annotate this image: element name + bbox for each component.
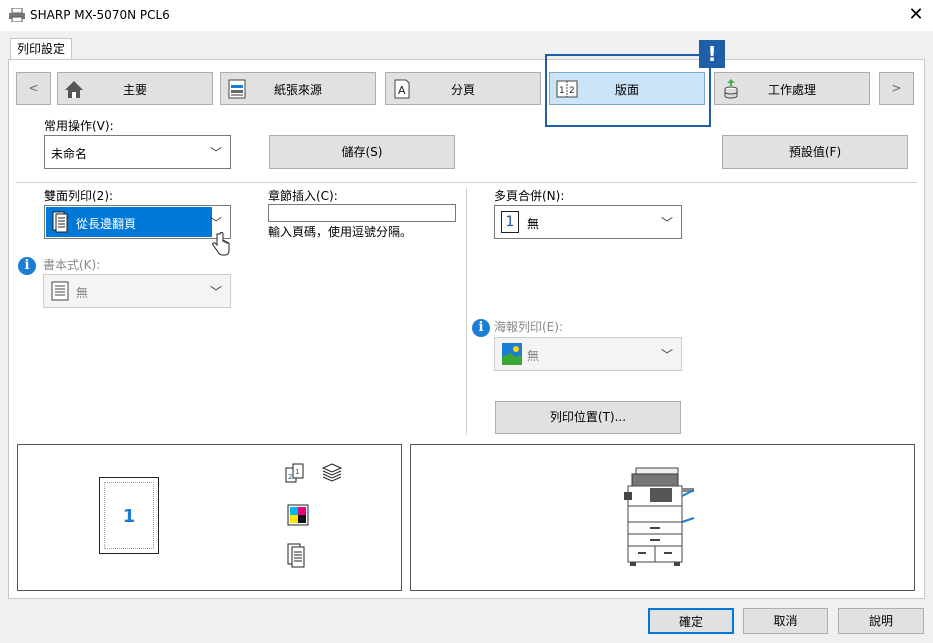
nav-prev-button[interactable]: < <box>16 72 51 105</box>
chevron-down-icon: ﹀ <box>660 348 673 362</box>
info-icon[interactable]: i <box>472 319 490 337</box>
nav-main-button[interactable]: 主要 <box>57 72 213 105</box>
tab-print-settings[interactable]: 列印設定 <box>10 38 72 60</box>
chevron-down-icon: ﹀ <box>209 285 222 299</box>
printer-icon <box>9 8 25 22</box>
vertical-divider <box>466 188 467 435</box>
page-thumbnail: 1 <box>99 477 159 554</box>
nav-next-button[interactable]: > <box>879 72 914 105</box>
close-button[interactable]: ✕ <box>905 4 927 26</box>
save-button[interactable]: 儲存(S) <box>269 135 455 169</box>
page-preview-panel <box>17 444 402 591</box>
booklet-label: 書本式(K): <box>43 258 101 272</box>
poster-image-icon <box>502 343 522 365</box>
chapter-insert-input[interactable] <box>268 204 456 222</box>
printer-machine-icon <box>624 467 695 566</box>
cancel-button[interactable]: 取消 <box>743 608 828 634</box>
booklet-value: 無 <box>76 286 89 300</box>
chevron-down-icon: ﹀ <box>209 216 222 230</box>
duplex-label: 雙面列印(2): <box>44 189 114 203</box>
chevron-down-icon: ﹀ <box>209 146 222 160</box>
warning-badge: ! <box>699 40 725 68</box>
common-operations-dropdown[interactable]: 未命名 ﹀ <box>44 135 231 169</box>
nup-dropdown[interactable]: 1 無 ﹀ <box>494 205 682 239</box>
booklet-dropdown[interactable]: 無 ﹀ <box>43 274 231 308</box>
print-position-button[interactable]: 列印位置(T)... <box>495 401 681 434</box>
duplex-preview-icon <box>287 543 305 568</box>
color-mode-icon <box>287 504 309 526</box>
nav-job-handling-label: 工作處理 <box>767 83 816 97</box>
nav-finishing-button[interactable]: A 分頁 <box>385 72 541 105</box>
svg-text:1: 1 <box>295 468 299 476</box>
info-icon[interactable]: i <box>18 257 36 275</box>
svg-text:2: 2 <box>288 473 292 481</box>
nup-value: 無 <box>527 217 540 231</box>
document-icon <box>51 281 69 301</box>
nup-label: 多頁合併(N): <box>494 189 565 203</box>
chapter-insert-label: 章節插入(C): <box>268 189 338 203</box>
chevron-down-icon: ﹀ <box>660 216 673 230</box>
nav-paper-source-button[interactable]: 紙張來源 <box>220 72 376 105</box>
stack-icon <box>321 463 343 482</box>
common-operations-value: 未命名 <box>51 147 88 161</box>
hand-cursor-icon <box>212 232 230 256</box>
duplex-long-edge-icon <box>52 211 68 233</box>
page-number: 1 <box>122 506 136 527</box>
chapter-insert-hint: 輸入頁碼，使用逗號分隔。 <box>268 225 413 239</box>
nav-main-label: 主要 <box>122 83 147 97</box>
poster-value: 無 <box>527 349 540 363</box>
poster-dropdown[interactable]: 無 ﹀ <box>494 337 682 371</box>
page-order-icon: 1 2 <box>285 463 304 483</box>
single-page-icon: 1 <box>501 211 519 233</box>
ok-button[interactable]: 確定 <box>648 608 734 634</box>
nav-layout-label: 版面 <box>614 83 639 97</box>
help-button[interactable]: 說明 <box>838 608 924 634</box>
common-operations-label: 常用操作(V): <box>44 119 114 133</box>
window-title: SHARP MX-5070N PCL6 <box>30 8 170 22</box>
nav-paper-source-label: 紙張來源 <box>273 83 322 97</box>
poster-label: 海報列印(E): <box>494 320 563 334</box>
duplex-value: 從長邊翻頁 <box>76 217 137 231</box>
defaults-button[interactable]: 預設值(F) <box>722 135 908 169</box>
duplex-dropdown[interactable]: 從長邊翻頁 ﹀ <box>44 205 231 239</box>
nav-finishing-label: 分頁 <box>450 83 475 97</box>
title-bar: SHARP MX-5070N PCL6 ✕ <box>0 0 933 31</box>
divider <box>16 182 917 183</box>
nav-job-handling-button[interactable]: 工作處理 <box>714 72 870 105</box>
nav-layout-button[interactable]: 1 2 版面 <box>549 72 705 105</box>
